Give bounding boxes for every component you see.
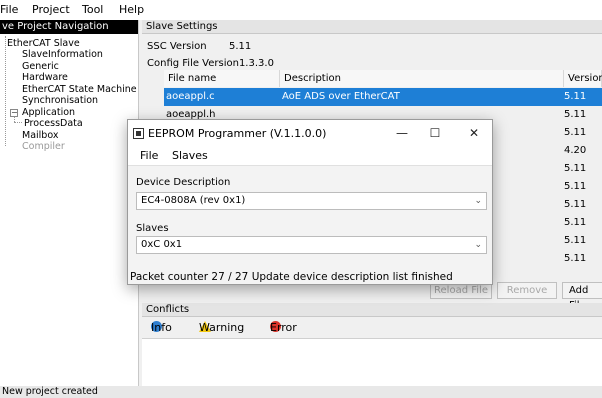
tree-item-generic[interactable]: Generic (22, 61, 59, 72)
version-cell: 5.11 (564, 253, 587, 264)
column-header-description[interactable]: Description (280, 70, 564, 87)
dialog-status: Packet counter 27 / 27 Update device des… (130, 271, 453, 283)
remove-button[interactable]: Remove (497, 282, 557, 299)
chevron-down-icon: ⌄ (474, 196, 482, 206)
file-name-cell: aoeappl.c (166, 91, 215, 102)
version-cell: 5.11 (564, 163, 587, 174)
dialog-menubar: File Slaves (128, 147, 492, 165)
warning-tab-label: Warning (199, 321, 245, 334)
eeprom-programmer-dialog: EEPROM Programmer (V.1.1.0.0) — ☐ ✕ File… (127, 119, 493, 285)
version-cell: 5.11 (564, 91, 587, 102)
version-cell: 5.11 (564, 109, 587, 120)
description-cell: AoE ADS over EtherCAT (282, 91, 400, 102)
dialog-titlebar[interactable]: EEPROM Programmer (V.1.1.0.0) — ☐ ✕ (128, 120, 492, 147)
version-cell: 4.20 (564, 145, 587, 156)
project-navigation-panel: ve Project Navigation EtherCAT Slave Sla… (0, 20, 139, 386)
tree-item-hardware[interactable]: Hardware (22, 72, 68, 83)
device-description-select[interactable]: EC4-0808A (rev 0x1) ⌄ (136, 192, 487, 210)
add-file-button[interactable]: Add Fil (562, 282, 602, 311)
tree-item-mailbox[interactable]: Mailbox (22, 130, 58, 141)
version-cell: 5.11 (564, 181, 587, 192)
chevron-down-icon: ⌄ (474, 240, 482, 250)
ssc-version-label: SSC Version (147, 41, 207, 52)
device-description-label: Device Description (136, 177, 231, 188)
conflicts-list (142, 338, 602, 386)
version-cell: 5.11 (564, 127, 587, 138)
table-row[interactable]: aoeappl.c AoE ADS over EtherCAT 5.11 (164, 88, 602, 106)
error-tab-label: Error (270, 321, 297, 334)
tree-connector (5, 36, 6, 146)
menu-project[interactable]: Project (32, 3, 70, 16)
config-file-version: Config File Version1.3.3.0 (147, 58, 274, 69)
menu-help[interactable]: Help (119, 3, 144, 16)
tree-item-slaveinformation[interactable]: SlaveInformation (22, 49, 103, 60)
dialog-menu-slaves[interactable]: Slaves (172, 149, 208, 162)
info-tab-label: Info (151, 321, 172, 334)
version-cell: 5.11 (564, 235, 587, 246)
device-description-value: EC4-0808A (rev 0x1) (141, 195, 246, 206)
tree-item-ethercat-state-machine[interactable]: EtherCAT State Machine (22, 84, 137, 95)
tree-item-synchronisation[interactable]: Synchronisation (22, 95, 98, 106)
ssc-version-value: 5.11 (229, 41, 252, 52)
main-menubar: File Project Tool Help (0, 0, 602, 20)
version-cell: 5.11 (564, 199, 587, 210)
version-cell: 5.11 (564, 217, 587, 228)
menu-tool[interactable]: Tool (82, 3, 103, 16)
status-bar: New project created (0, 386, 602, 398)
menu-file[interactable]: File (0, 3, 18, 16)
conflicts-title: Conflicts (142, 303, 602, 317)
tree-item-processdata[interactable]: ProcessData (24, 118, 83, 129)
slave-settings-title: Slave Settings (142, 20, 602, 34)
tree-item-application[interactable]: Application (22, 107, 75, 118)
column-header-version[interactable]: Version (564, 70, 602, 87)
close-icon[interactable]: ✕ (464, 125, 484, 141)
slaves-select[interactable]: 0xC 0x1 ⌄ (136, 236, 487, 254)
dialog-body: Device Description EC4-0808A (rev 0x1) ⌄… (128, 165, 492, 284)
collapse-icon[interactable]: − (10, 109, 18, 117)
minimize-icon[interactable]: — (392, 125, 412, 141)
dialog-title: EEPROM Programmer (V.1.1.0.0) (148, 127, 327, 140)
slaves-value: 0xC 0x1 (141, 239, 183, 250)
tree-item-compiler[interactable]: Compiler (22, 141, 65, 152)
project-navigation-header: ve Project Navigation (0, 20, 138, 34)
maximize-icon[interactable]: ☐ (425, 125, 445, 141)
app-icon (133, 128, 144, 139)
slaves-label: Slaves (136, 223, 169, 234)
tree-item-ethercat-slave[interactable]: EtherCAT Slave (7, 38, 80, 49)
tree-connector (14, 122, 22, 123)
column-header-file-name[interactable]: File name (164, 70, 280, 87)
dialog-menu-file[interactable]: File (140, 149, 158, 162)
